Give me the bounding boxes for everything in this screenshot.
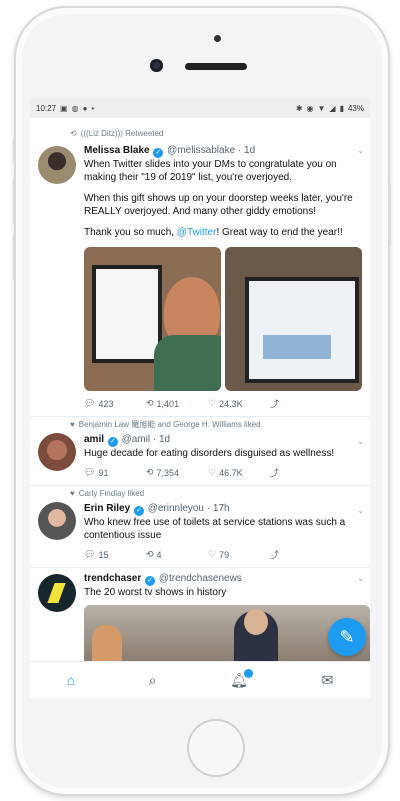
retweet-button[interactable]: ⟲ 7,354	[146, 467, 208, 478]
avatar[interactable]	[38, 574, 76, 612]
user-name[interactable]: Erin Riley	[84, 503, 130, 514]
avatar[interactable]	[38, 502, 76, 540]
like-button[interactable]: ♡ 24.3K	[208, 398, 270, 409]
reply-icon: 💬︎	[84, 467, 96, 477]
tweet-actions: 💬︎ 15 ⟲ 4 ♡ 79 ⤴	[84, 548, 362, 561]
volume-up-button	[13, 178, 16, 224]
reply-button[interactable]: 💬︎ 91	[84, 467, 146, 478]
media-photo[interactable]	[84, 247, 221, 391]
volume-down-button	[13, 234, 16, 280]
bluetooth-icon: ✱	[295, 103, 303, 113]
tweet-actions: 💬︎ 91 ⟲ 7,354 ♡ 46.7K ⤴	[84, 466, 362, 479]
user-name[interactable]: trendchaser	[84, 573, 141, 584]
messages-icon[interactable]: ✉	[321, 672, 333, 689]
heart-icon: ♥	[70, 489, 75, 498]
home-icon[interactable]: ⌂	[67, 672, 75, 688]
verified-icon: ✓	[145, 576, 156, 586]
power-button	[388, 183, 391, 247]
front-camera	[150, 59, 163, 72]
tweet[interactable]: ⌄ trendchaser ✓ @trendchasenews The 20 w…	[30, 568, 370, 662]
tweet-media[interactable]	[84, 247, 362, 391]
tweet-context: ♥ Carly Findlay liked	[70, 489, 145, 498]
status-time: 10:27	[36, 103, 57, 113]
home-button[interactable]	[187, 719, 245, 777]
reply-icon: 💬︎	[84, 398, 96, 408]
status-bar: 10:27 ▣ ◍ ● • ✱ ◉ ▼ ◢ ▮ 43%	[30, 98, 370, 118]
reply-button[interactable]: 💬︎ 15	[84, 549, 146, 560]
message-icon: ▣	[60, 103, 68, 113]
signal-icon: ◢	[329, 103, 336, 113]
wifi-icon: ▼	[317, 103, 326, 113]
tweet-time: 1d	[244, 145, 256, 156]
chevron-down-icon[interactable]: ⌄	[357, 574, 364, 583]
tweet[interactable]: ⟲ (((Liz Ditz))) Retweeted ⌄ Melissa Bla…	[30, 126, 370, 417]
share-icon: ⤴	[270, 468, 280, 478]
heart-icon: ♡	[208, 549, 217, 559]
battery-icon: ▮	[339, 103, 344, 113]
mention-link[interactable]: @Twitter	[177, 227, 217, 238]
media-photo[interactable]	[225, 247, 362, 391]
share-button[interactable]: ⤴	[270, 466, 332, 479]
compose-tweet-button[interactable]: ✎	[328, 618, 366, 656]
chevron-down-icon[interactable]: ⌄	[357, 146, 364, 155]
tweet-actions: 💬︎ 423 ⟲ 1,401 ♡ 24.3K ⤴	[84, 397, 362, 410]
tweet-text: Who knew free use of toilets at service …	[84, 517, 346, 541]
tweet-context: ♥ Benjamin Law 羅旭能 and George H. William…	[70, 420, 261, 429]
heart-icon: ♡	[208, 467, 217, 477]
tweet-text: When Twitter slides into your DMs to con…	[84, 159, 353, 238]
search-icon[interactable]: ⌕	[149, 672, 157, 689]
tweet-text: Huge decade for eating disorders disguis…	[84, 448, 335, 459]
chevron-down-icon[interactable]: ⌄	[357, 437, 364, 446]
share-icon: ⤴	[270, 550, 280, 560]
like-button[interactable]: ♡ 79	[208, 549, 270, 560]
whatsapp-icon: ◍	[71, 103, 79, 113]
share-button[interactable]: ⤴	[270, 397, 332, 410]
verified-icon: ✓	[133, 506, 144, 516]
like-button[interactable]: ♡ 46.7K	[208, 467, 270, 478]
eye-icon: ◉	[306, 103, 314, 113]
timeline-feed[interactable]: ⟲ (((Liz Ditz))) Retweeted ⌄ Melissa Bla…	[30, 126, 370, 662]
share-icon: ⤴	[270, 399, 280, 409]
screen: 10:27 ▣ ◍ ● • ✱ ◉ ▼ ◢ ▮ 43% ⟲ (((Liz Dit…	[30, 98, 370, 698]
tweet-context: ⟲ (((Liz Ditz))) Retweeted	[70, 129, 164, 138]
facebook-icon: ●	[82, 103, 88, 113]
battery-percent: 43%	[347, 103, 364, 113]
verified-icon: ✓	[107, 437, 118, 447]
retweet-button[interactable]: ⟲ 1,401	[146, 398, 208, 409]
user-handle[interactable]: @amil	[122, 434, 151, 445]
tweet-time: 1d	[158, 434, 171, 445]
tweet-media[interactable]	[84, 605, 370, 662]
chevron-down-icon[interactable]: ⌄	[357, 506, 364, 515]
retweet-button[interactable]: ⟲ 4	[146, 549, 208, 560]
heart-icon: ♡	[208, 398, 217, 408]
reply-icon: 💬︎	[84, 549, 96, 559]
avatar[interactable]	[38, 146, 76, 184]
user-handle[interactable]: @erinnleyou	[148, 503, 204, 514]
verified-icon: ✓	[153, 148, 164, 158]
avatar[interactable]	[38, 433, 76, 471]
tweet-text: The 20 worst tv shows in history	[84, 587, 227, 598]
mute-switch	[13, 138, 16, 162]
dot-icon: •	[91, 103, 95, 113]
compose-icon: ✎	[339, 627, 355, 647]
heart-icon: ♥	[70, 420, 75, 429]
earpiece-speaker	[185, 63, 247, 70]
tweet-time: 17h	[212, 503, 230, 514]
user-handle[interactable]: @trendchasenews	[159, 573, 242, 584]
tweet[interactable]: ♥ Benjamin Law 羅旭能 and George H. William…	[30, 417, 370, 486]
user-name[interactable]: amil	[84, 434, 104, 445]
retweet-icon: ⟲	[146, 467, 154, 477]
retweet-icon: ⟲	[70, 129, 77, 138]
retweet-icon: ⟲	[146, 398, 154, 408]
proximity-sensor	[214, 35, 221, 42]
user-name[interactable]: Melissa Blake	[84, 145, 150, 156]
reply-button[interactable]: 💬︎ 423	[84, 398, 146, 409]
tweet[interactable]: ♥ Carly Findlay liked ⌄ Erin Riley ✓ @er…	[30, 486, 370, 568]
share-button[interactable]: ⤴	[270, 548, 332, 561]
notifications-icon[interactable]: 🔔︎	[230, 667, 254, 689]
user-handle[interactable]: @melissablake	[167, 145, 235, 156]
notification-badge	[242, 667, 254, 679]
bottom-tab-bar: ⌂ ⌕ 🔔︎ ✉	[30, 661, 370, 698]
retweet-icon: ⟲	[146, 549, 154, 559]
